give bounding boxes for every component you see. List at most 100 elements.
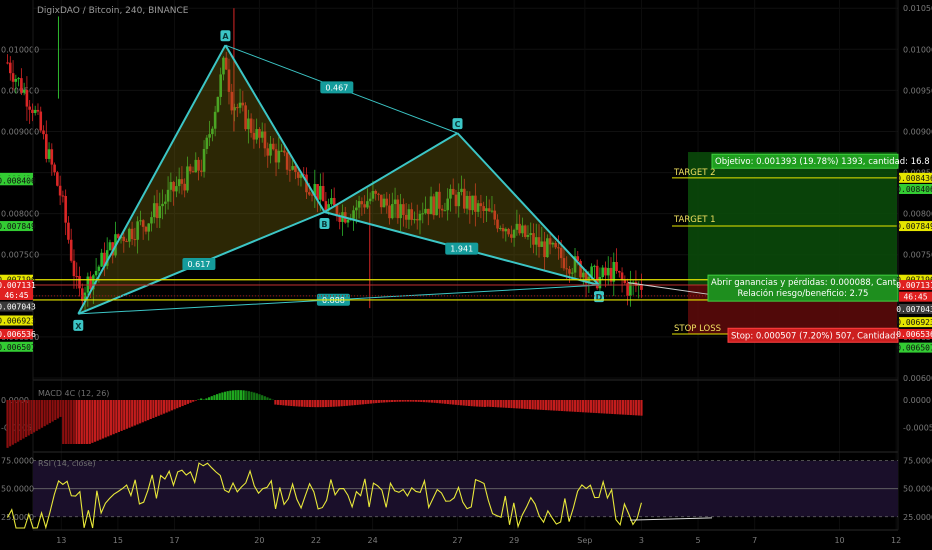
position-zones bbox=[688, 152, 897, 334]
candle-body bbox=[69, 239, 73, 261]
target-zone bbox=[688, 152, 897, 286]
time-tick: 22 bbox=[311, 536, 321, 545]
price-tag-text: 0.007131 bbox=[0, 281, 36, 290]
price-tick-right: 0.009000 bbox=[903, 127, 932, 136]
candle-body bbox=[89, 276, 92, 290]
price-tick-right: 0.010000 bbox=[903, 45, 932, 54]
candle-body bbox=[593, 265, 596, 267]
time-tick: 10 bbox=[834, 536, 844, 545]
rsi-label: RSI (14, close) bbox=[38, 459, 96, 468]
candle-body bbox=[64, 196, 67, 223]
candle-body bbox=[94, 270, 98, 276]
price-tag-text: 0.006923 bbox=[896, 318, 932, 327]
pattern-point-label: B bbox=[321, 220, 327, 229]
candle-body bbox=[330, 197, 333, 205]
ratio-label-xb: 0.617 bbox=[187, 260, 210, 269]
candle-body bbox=[39, 111, 43, 131]
candle-body bbox=[8, 62, 12, 74]
pattern-point-label: C bbox=[455, 120, 461, 129]
candle-body bbox=[47, 149, 51, 159]
pattern-point-label: X bbox=[75, 322, 82, 331]
candle-body bbox=[620, 272, 624, 280]
candle-body bbox=[78, 276, 81, 289]
candle-body bbox=[324, 201, 328, 211]
candle-body bbox=[42, 130, 45, 135]
time-tick: Sep bbox=[577, 536, 592, 545]
price-tick-right: 0.007500 bbox=[903, 251, 932, 260]
trading-chart[interactable]: 0.0105000.0100000.0095000.0090000.008500… bbox=[0, 0, 932, 550]
time-tick: 5 bbox=[696, 536, 701, 545]
price-tick-right: 0.006000 bbox=[903, 374, 932, 383]
stop-box-text: Stop: 0.000507 (7.20%) 507, Cantidad: 7.… bbox=[731, 331, 914, 341]
macd-tick: -0.0005 bbox=[903, 424, 932, 433]
price-tick-right: 0.009500 bbox=[903, 86, 932, 95]
candle-body bbox=[321, 186, 325, 202]
time-tick: 13 bbox=[56, 536, 66, 545]
candle-body bbox=[17, 78, 20, 80]
candle-body bbox=[33, 109, 37, 114]
price-tag-text: 0.006507 bbox=[896, 344, 932, 353]
price-tag-text: 0.006536 bbox=[0, 330, 36, 339]
pattern-point-label: A bbox=[222, 32, 229, 41]
candle-body bbox=[56, 172, 59, 186]
target2-label: TARGET 2 bbox=[673, 168, 716, 178]
time-tick: 3 bbox=[639, 536, 644, 545]
price-tag-text: 0.008406 bbox=[0, 176, 36, 185]
ratio-label-bd: 1.941 bbox=[450, 245, 473, 254]
price-tag-text: 0.008406 bbox=[896, 185, 932, 194]
price-tag-text: 0.007043 bbox=[0, 303, 36, 312]
macd-tick: 0.0000 bbox=[903, 396, 931, 405]
price-tag-text: 0.008436 bbox=[896, 174, 932, 183]
rsi-tick: 25.0000 bbox=[903, 513, 932, 522]
chart-title: DigixDAO / Bitcoin, 240, BINANCE bbox=[37, 6, 189, 16]
objective-box-text: Objetivo: 0.001393 (19.78%) 1393, cantid… bbox=[715, 157, 930, 167]
candle-body bbox=[100, 252, 103, 267]
candle-body bbox=[319, 186, 322, 200]
candle-body bbox=[606, 267, 610, 276]
rsi-tick-left: 75.0000 bbox=[1, 457, 34, 466]
price-tick-right: 0.008000 bbox=[903, 210, 932, 219]
candle-body bbox=[618, 271, 621, 273]
candle-body bbox=[108, 242, 112, 251]
candle-body bbox=[58, 185, 62, 196]
candle-body bbox=[22, 89, 26, 93]
candle-body bbox=[67, 222, 70, 240]
candle-body bbox=[86, 276, 90, 293]
price-tag-text: 0.006536 bbox=[896, 330, 932, 339]
candle-body bbox=[332, 197, 336, 206]
candle-body bbox=[50, 149, 54, 165]
rsi-tick-left: 50.0000 bbox=[1, 485, 34, 494]
candle-body bbox=[31, 109, 34, 114]
candle-body bbox=[629, 282, 632, 296]
time-tick: 27 bbox=[452, 536, 462, 545]
candle-body bbox=[6, 62, 9, 64]
time-tick: 29 bbox=[509, 536, 519, 545]
time-tick: 12 bbox=[891, 536, 901, 545]
pattern-point-label: D bbox=[596, 293, 603, 302]
candle-body bbox=[36, 109, 40, 112]
candle-body bbox=[615, 261, 618, 272]
candle-body bbox=[72, 260, 76, 277]
ratio-label-ac: 0.467 bbox=[325, 83, 348, 92]
candle-body bbox=[75, 276, 79, 278]
price-tag-text: 0.006923 bbox=[0, 316, 36, 325]
rsi-tick: 50.0000 bbox=[903, 485, 932, 494]
macd-label: MACD 4C (12, 26) bbox=[38, 389, 109, 398]
target1-label: TARGET 1 bbox=[673, 215, 716, 225]
candle-body bbox=[25, 89, 29, 107]
time-tick: 15 bbox=[113, 536, 123, 545]
price-tag-text: 0.007131 bbox=[896, 281, 932, 290]
time-tick: 24 bbox=[368, 536, 378, 545]
candle-body bbox=[28, 106, 31, 110]
price-tag-text: 0.007849 bbox=[0, 222, 36, 231]
time-tick: 20 bbox=[254, 536, 264, 545]
pnl-box-text: Relación riesgo/beneficio: 2.75 bbox=[738, 288, 869, 299]
price-tick-right: 0.010500 bbox=[903, 4, 932, 13]
candle-body bbox=[14, 78, 18, 82]
candle-body bbox=[604, 267, 607, 276]
time-tick: 7 bbox=[752, 536, 757, 545]
price-tag-text: 0.007849 bbox=[896, 222, 932, 231]
candle-body bbox=[11, 73, 15, 82]
candle-body bbox=[44, 134, 48, 159]
price-tag-text: 0.007043 bbox=[896, 305, 932, 314]
